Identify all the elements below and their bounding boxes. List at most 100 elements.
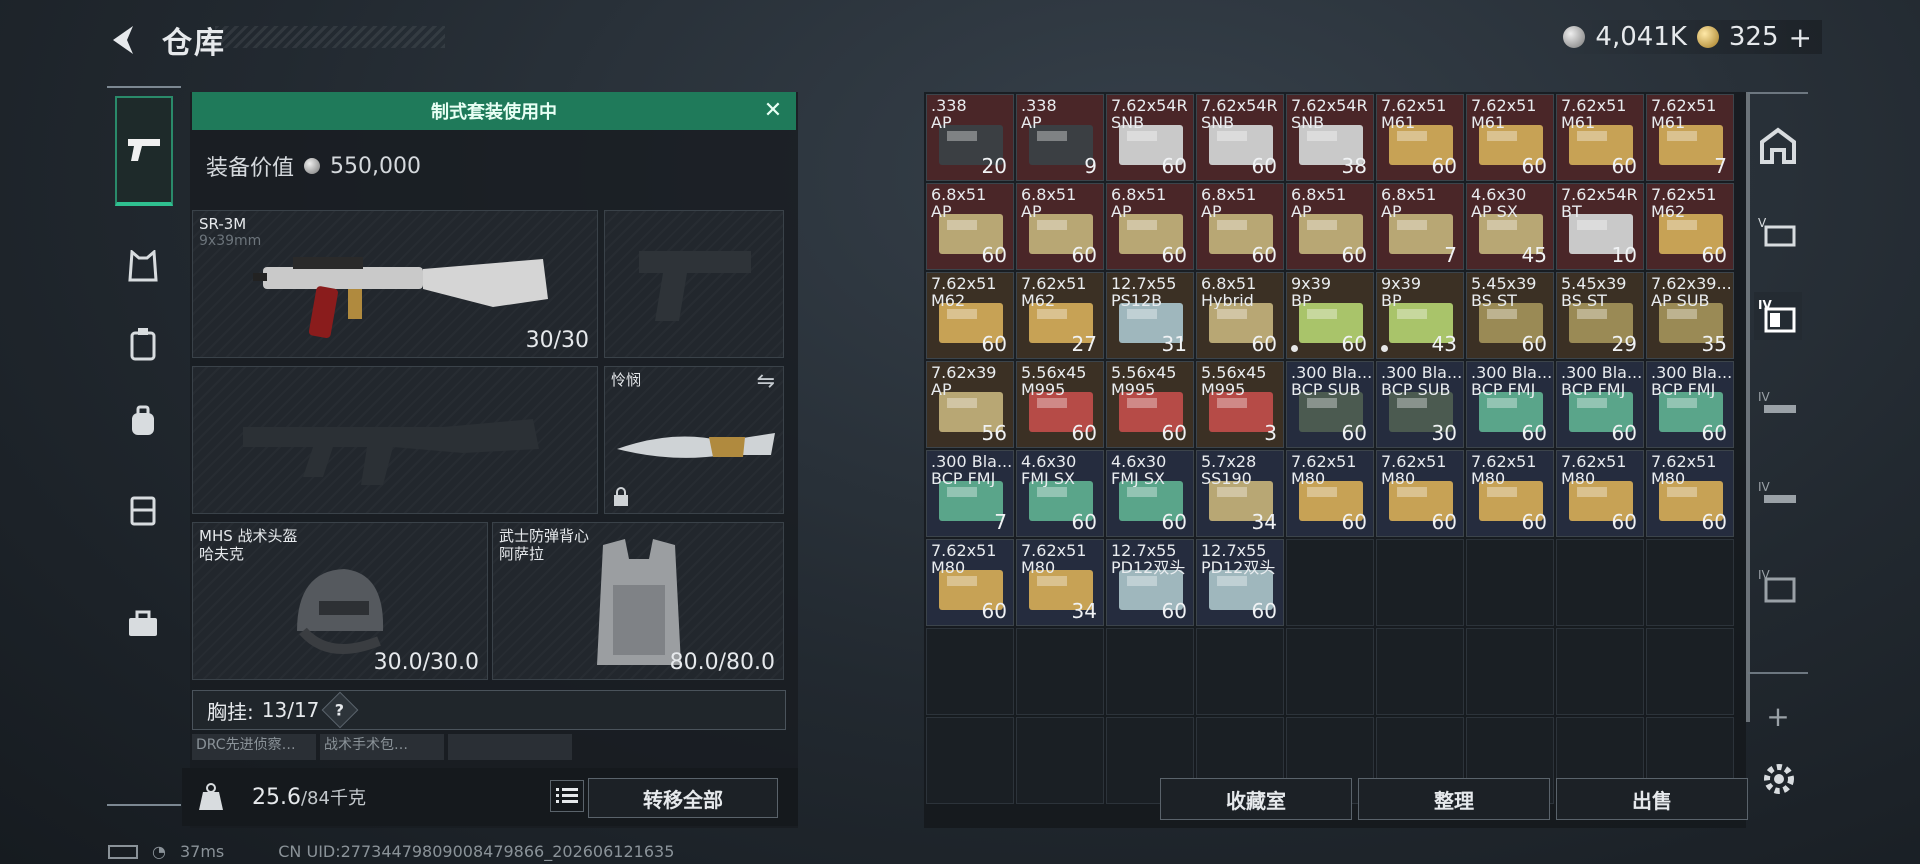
ammo-item-cell[interactable]: 6.8x51 Hybrid 60: [1196, 272, 1284, 359]
empty-grid-cell[interactable]: [926, 628, 1014, 715]
rail-case-tab[interactable]: [113, 479, 173, 539]
armor-slot[interactable]: 武士防弹背心 阿萨拉 80.0/80.0: [492, 522, 784, 680]
empty-grid-cell[interactable]: [1466, 539, 1554, 626]
ammo-item-cell[interactable]: 5.56x45 M995 60: [1016, 361, 1104, 448]
secondary-weapon-slot-empty[interactable]: [192, 366, 598, 514]
ammo-item-cell[interactable]: 7.62x54R SNB 60: [1196, 94, 1284, 181]
ammo-item-cell[interactable]: 7.62x51 M61 60: [1376, 94, 1464, 181]
ammo-item-cell[interactable]: 5.56x45 M995 60: [1106, 361, 1194, 448]
ammo-item-cell[interactable]: 7.62x51 M80 34: [1016, 539, 1104, 626]
sell-button[interactable]: 出售: [1556, 778, 1748, 820]
ammo-item-cell[interactable]: 7.62x51 M62 27: [1016, 272, 1104, 359]
ammo-item-cell[interactable]: 7.62x39 AP 56: [926, 361, 1014, 448]
ammo-item-cell[interactable]: 6.8x51 AP 60: [1016, 183, 1104, 270]
ammo-item-cell[interactable]: 4.6x30 AP SX 45: [1466, 183, 1554, 270]
ammo-item-cell[interactable]: 5.7x28 SS190 34: [1196, 450, 1284, 537]
ammo-item-cell[interactable]: 7.62x54R SNB 60: [1106, 94, 1194, 181]
empty-grid-cell[interactable]: [1556, 628, 1644, 715]
ammo-item-cell[interactable]: .300 Bla... BCP FMJ 60: [1556, 361, 1644, 448]
swap-icon[interactable]: ⇋: [757, 369, 775, 394]
ammo-item-cell[interactable]: 7.62x51 M80 60: [1556, 450, 1644, 537]
rig-item[interactable]: 战术手术包…: [320, 734, 444, 760]
ammo-item-cell[interactable]: 6.8x51 AP 60: [1196, 183, 1284, 270]
ammo-item-cell[interactable]: 6.8x51 AP 60: [926, 183, 1014, 270]
ammo-item-cell[interactable]: 12.7x55 PD12双头 60: [1196, 539, 1284, 626]
storage-tab-main[interactable]: [1754, 122, 1802, 170]
close-icon[interactable]: ✕: [760, 98, 786, 124]
add-currency-icon[interactable]: +: [1789, 21, 1812, 54]
ammo-item-cell[interactable]: 9x39 BP 43: [1376, 272, 1464, 359]
ammo-item-cell[interactable]: 9x39 BP 60: [1286, 272, 1374, 359]
ammo-item-cell[interactable]: .300 Bla... BCP FMJ 7: [926, 450, 1014, 537]
ammo-item-cell[interactable]: 7.62x54R SNB 38: [1286, 94, 1374, 181]
empty-grid-cell[interactable]: [1196, 628, 1284, 715]
storage-tab-iv-c[interactable]: IV: [1754, 562, 1802, 610]
empty-grid-cell[interactable]: [1376, 539, 1464, 626]
ammo-item-cell[interactable]: 7.62x51 M62 60: [926, 272, 1014, 359]
empty-grid-cell[interactable]: [1556, 539, 1644, 626]
currency-display[interactable]: 4,041K 325 +: [1553, 20, 1822, 54]
empty-grid-cell[interactable]: [1376, 628, 1464, 715]
melee-slot[interactable]: 怜悯 ⇋: [604, 366, 784, 514]
ammo-item-cell[interactable]: .300 Bla... BCP SUB 30: [1376, 361, 1464, 448]
ammo-item-cell[interactable]: 7.62x54R BT 10: [1556, 183, 1644, 270]
ammo-item-cell[interactable]: 4.6x30 FMJ SX 60: [1016, 450, 1104, 537]
rail-rig-tab[interactable]: [113, 314, 173, 374]
empty-grid-cell[interactable]: [1016, 628, 1104, 715]
ammo-item-cell[interactable]: .300 Bla... BCP SUB 60: [1286, 361, 1374, 448]
ammo-item-cell[interactable]: 7.62x51 M80 60: [926, 539, 1014, 626]
ammo-item-cell[interactable]: 5.45x39 BS ST 29: [1556, 272, 1644, 359]
sidearm-slot-empty[interactable]: [604, 210, 784, 358]
transfer-all-button[interactable]: 转移全部: [588, 778, 778, 818]
settings-gear-icon[interactable]: [1760, 760, 1798, 798]
help-icon[interactable]: ?: [322, 691, 359, 729]
empty-grid-cell[interactable]: [1016, 717, 1104, 804]
ammo-item-cell[interactable]: 7.62x51 M80 60: [1466, 450, 1554, 537]
helmet-slot[interactable]: MHS 战术头盔 哈夫克 30.0/30.0: [192, 522, 488, 680]
ammo-item-cell[interactable]: 5.56x45 M995 3: [1196, 361, 1284, 448]
empty-grid-cell[interactable]: [1286, 539, 1374, 626]
rail-toolbox-tab[interactable]: [113, 594, 173, 654]
sort-button[interactable]: 整理: [1358, 778, 1550, 820]
add-storage-button[interactable]: +: [1754, 692, 1802, 740]
ammo-item-cell[interactable]: 5.45x39 BS ST 60: [1466, 272, 1554, 359]
storage-tab-iv-b[interactable]: IV: [1754, 472, 1802, 520]
empty-grid-cell[interactable]: [1286, 628, 1374, 715]
rig-item[interactable]: [448, 734, 572, 760]
ammo-item-cell[interactable]: 7.62x51 M61 60: [1556, 94, 1644, 181]
ammo-item-cell[interactable]: 6.8x51 AP 7: [1376, 183, 1464, 270]
ammo-item-cell[interactable]: 7.62x51 M61 60: [1466, 94, 1554, 181]
ammo-item-cell[interactable]: 7.62x51 M62 60: [1646, 183, 1734, 270]
ammo-item-cell[interactable]: .338 AP 20: [926, 94, 1014, 181]
ammo-item-cell[interactable]: .300 Bla... BCP FMJ 60: [1466, 361, 1554, 448]
ammo-item-cell[interactable]: 4.6x30 FMJ SX 60: [1106, 450, 1194, 537]
ammo-item-cell[interactable]: 7.62x51 M80 60: [1286, 450, 1374, 537]
vault-button[interactable]: 收藏室: [1160, 778, 1352, 820]
ammo-item-cell[interactable]: 7.62x51 M80 60: [1376, 450, 1464, 537]
empty-grid-cell[interactable]: [926, 717, 1014, 804]
empty-grid-cell[interactable]: [1646, 628, 1734, 715]
back-arrow-icon[interactable]: [105, 20, 145, 60]
rail-armor-tab[interactable]: [113, 236, 173, 296]
ammo-item-cell[interactable]: 7.62x51 M80 60: [1646, 450, 1734, 537]
ammo-item-cell[interactable]: 6.8x51 AP 60: [1106, 183, 1194, 270]
storage-tab-4-active[interactable]: IV: [1754, 292, 1802, 340]
ammo-item-cell[interactable]: 7.62x39... AP SUB 35: [1646, 272, 1734, 359]
rig-item[interactable]: DRC先进侦察…: [192, 734, 316, 760]
empty-grid-cell[interactable]: [1106, 628, 1194, 715]
rail-backpack-tab[interactable]: [113, 391, 173, 451]
ammo-item-cell[interactable]: 6.8x51 AP 60: [1286, 183, 1374, 270]
storage-tab-5[interactable]: V: [1754, 208, 1802, 256]
list-view-button[interactable]: [550, 780, 584, 812]
ammo-item-cell[interactable]: .338 AP 9: [1016, 94, 1104, 181]
storage-tab-iv-a[interactable]: IV: [1754, 382, 1802, 430]
ammo-item-cell[interactable]: 12.7x55 PD12双头 60: [1106, 539, 1194, 626]
ammo-item-cell[interactable]: .300 Bla... BCP FMJ 60: [1646, 361, 1734, 448]
empty-grid-cell[interactable]: [1466, 628, 1554, 715]
ammo-item-cell[interactable]: 7.62x51 M61 7: [1646, 94, 1734, 181]
rail-weapon-tab[interactable]: [115, 96, 173, 206]
primary-weapon-slot[interactable]: SR-3M 9x39mm 30/30: [192, 210, 598, 358]
chest-rig-capacity[interactable]: 胸挂: 13/17 ?: [192, 690, 786, 730]
ammo-item-cell[interactable]: 12.7x55 PS12B 31: [1106, 272, 1194, 359]
empty-grid-cell[interactable]: [1646, 539, 1734, 626]
